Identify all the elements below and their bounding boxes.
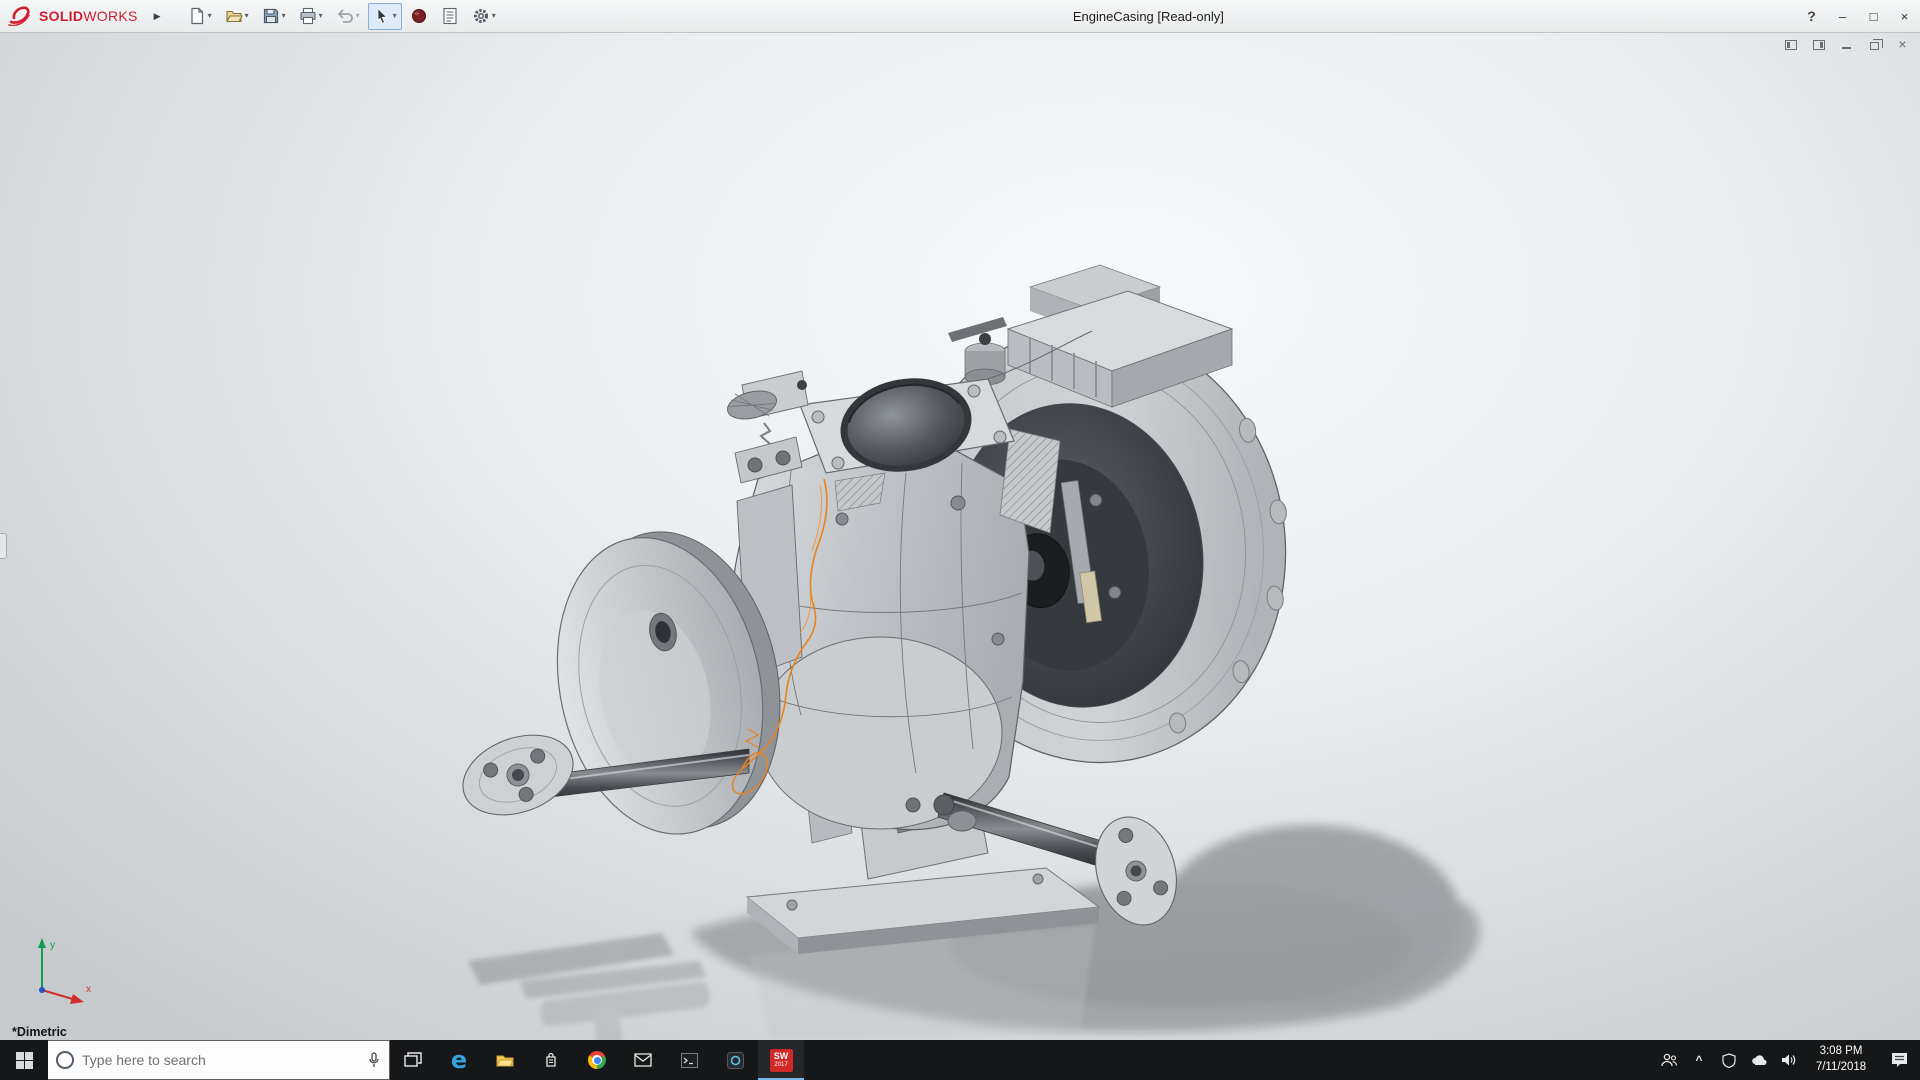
windows-taskbar: e bbox=[0, 1040, 1920, 1080]
people-icon bbox=[1660, 1053, 1678, 1067]
clock-date: 7/11/2018 bbox=[1810, 1060, 1872, 1076]
document-title: EngineCasing [Read-only] bbox=[501, 9, 1796, 24]
dropdown-caret-icon: ▾ bbox=[282, 12, 286, 20]
solidworks-window: SOLIDWORKS ▶ ▾ ▾ ▾ ▾ ▾ bbox=[0, 0, 1920, 1080]
people-button[interactable] bbox=[1654, 1040, 1684, 1080]
document-minimize-button[interactable] bbox=[1839, 38, 1854, 51]
notification-icon bbox=[1891, 1052, 1908, 1068]
solidworks-app-icon: SW 2017 bbox=[770, 1049, 793, 1072]
dropdown-caret-icon: ▾ bbox=[245, 12, 249, 20]
volume-tray-button[interactable] bbox=[1774, 1040, 1804, 1080]
ds-logo-icon bbox=[8, 6, 34, 26]
flyout-arrow-icon: ▶ bbox=[154, 11, 161, 21]
chevron-up-icon: ^ bbox=[1695, 1053, 1702, 1067]
taskbar-clock[interactable]: 3:08 PM 7/11/2018 bbox=[1804, 1040, 1878, 1080]
panel-flyout-handle[interactable] bbox=[0, 533, 7, 559]
search-input[interactable] bbox=[82, 1052, 359, 1068]
mail-envelope-icon bbox=[634, 1053, 652, 1067]
x-axis-label: x bbox=[86, 984, 91, 995]
app-titlebar: SOLIDWORKS ▶ ▾ ▾ ▾ ▾ ▾ bbox=[0, 0, 1920, 33]
windows-logo-icon bbox=[16, 1052, 33, 1069]
system-tray: ^ 3:08 PM 7/11/2018 bbox=[1654, 1040, 1920, 1080]
onedrive-tray-button[interactable] bbox=[1744, 1040, 1774, 1080]
y-axis-label: y bbox=[50, 940, 55, 951]
window-controls: ? – □ × bbox=[1796, 0, 1920, 33]
y-axis-arrow[interactable] bbox=[38, 938, 46, 948]
appearances-sphere-icon bbox=[410, 7, 428, 25]
shield-icon bbox=[1722, 1053, 1736, 1068]
cortana-icon bbox=[56, 1051, 74, 1069]
file-explorer-icon bbox=[496, 1053, 514, 1068]
engine-casing-model[interactable] bbox=[0, 33, 1920, 1040]
options-button[interactable]: ▾ bbox=[467, 3, 501, 30]
dropdown-caret-icon: ▾ bbox=[319, 12, 323, 20]
dropdown-caret-icon: ▾ bbox=[393, 12, 397, 20]
defender-tray-button[interactable] bbox=[1714, 1040, 1744, 1080]
clock-time: 3:08 PM bbox=[1810, 1044, 1872, 1060]
start-button[interactable] bbox=[0, 1040, 48, 1080]
edge-button[interactable]: e bbox=[436, 1040, 482, 1080]
print-icon bbox=[299, 7, 317, 25]
z-axis-dot bbox=[39, 987, 45, 993]
select-cursor-icon bbox=[373, 7, 391, 25]
chrome-icon bbox=[588, 1051, 606, 1069]
document-window-controls: × bbox=[1783, 38, 1910, 51]
task-view-button[interactable] bbox=[390, 1040, 436, 1080]
solidworks-logo: SOLIDWORKS bbox=[0, 6, 146, 26]
open-button[interactable]: ▾ bbox=[220, 3, 254, 30]
mail-button[interactable] bbox=[620, 1040, 666, 1080]
dropdown-caret-icon: ▾ bbox=[356, 12, 360, 20]
featuremanager-pane-toggle-icon[interactable] bbox=[1783, 38, 1798, 51]
document-restore-button[interactable] bbox=[1867, 38, 1882, 51]
gear-icon bbox=[472, 7, 490, 25]
open-icon bbox=[225, 7, 243, 25]
store-bag-icon bbox=[543, 1052, 559, 1068]
show-hidden-icons-button[interactable]: ^ bbox=[1684, 1040, 1714, 1080]
brand-name: SOLIDWORKS bbox=[39, 8, 138, 24]
taskbar-search[interactable] bbox=[48, 1040, 390, 1080]
pinned-app-button[interactable] bbox=[712, 1040, 758, 1080]
new-document-button[interactable]: ▾ bbox=[183, 3, 217, 30]
save-icon bbox=[262, 7, 280, 25]
save-button[interactable]: ▾ bbox=[257, 3, 291, 30]
pinned-app-icon bbox=[727, 1052, 744, 1069]
edge-icon: e bbox=[451, 1048, 467, 1072]
action-center-button[interactable] bbox=[1878, 1040, 1920, 1080]
dropdown-caret-icon: ▾ bbox=[208, 12, 212, 20]
file-properties-icon bbox=[441, 7, 459, 25]
print-button[interactable]: ▾ bbox=[294, 3, 328, 30]
orientation-triad[interactable]: y x bbox=[18, 934, 102, 1008]
x-axis-arrow[interactable] bbox=[70, 994, 84, 1004]
view-orientation-label: *Dimetric bbox=[12, 1025, 67, 1039]
help-button[interactable]: ? bbox=[1796, 0, 1827, 33]
appearances-button[interactable] bbox=[405, 3, 433, 30]
maximize-button[interactable]: □ bbox=[1858, 0, 1889, 33]
solidworks-taskbar-button[interactable]: SW 2017 bbox=[758, 1040, 804, 1080]
store-button[interactable] bbox=[528, 1040, 574, 1080]
undo-icon bbox=[336, 7, 354, 25]
file-explorer-button[interactable] bbox=[482, 1040, 528, 1080]
minimize-button[interactable]: – bbox=[1827, 0, 1858, 33]
quick-access-toolbar: ▾ ▾ ▾ ▾ ▾ ▾ bbox=[183, 3, 501, 30]
new-document-icon bbox=[188, 7, 206, 25]
graphics-area[interactable]: × y x *Dimetric bbox=[0, 33, 1920, 1040]
menu-flyout-arrow[interactable]: ▶ bbox=[146, 0, 169, 32]
task-view-icon bbox=[404, 1052, 422, 1068]
terminal-icon bbox=[681, 1053, 698, 1068]
close-button[interactable]: × bbox=[1889, 0, 1920, 33]
task-pane-toggle-icon[interactable] bbox=[1811, 38, 1826, 51]
document-close-button[interactable]: × bbox=[1895, 38, 1910, 51]
cloud-icon bbox=[1750, 1054, 1768, 1066]
terminal-button[interactable] bbox=[666, 1040, 712, 1080]
undo-button[interactable]: ▾ bbox=[331, 3, 365, 30]
dropdown-caret-icon: ▾ bbox=[492, 12, 496, 20]
chrome-button[interactable] bbox=[574, 1040, 620, 1080]
speaker-icon bbox=[1781, 1053, 1797, 1067]
microphone-icon[interactable] bbox=[367, 1052, 381, 1068]
file-properties-button[interactable] bbox=[436, 3, 464, 30]
select-button[interactable]: ▾ bbox=[368, 3, 402, 30]
